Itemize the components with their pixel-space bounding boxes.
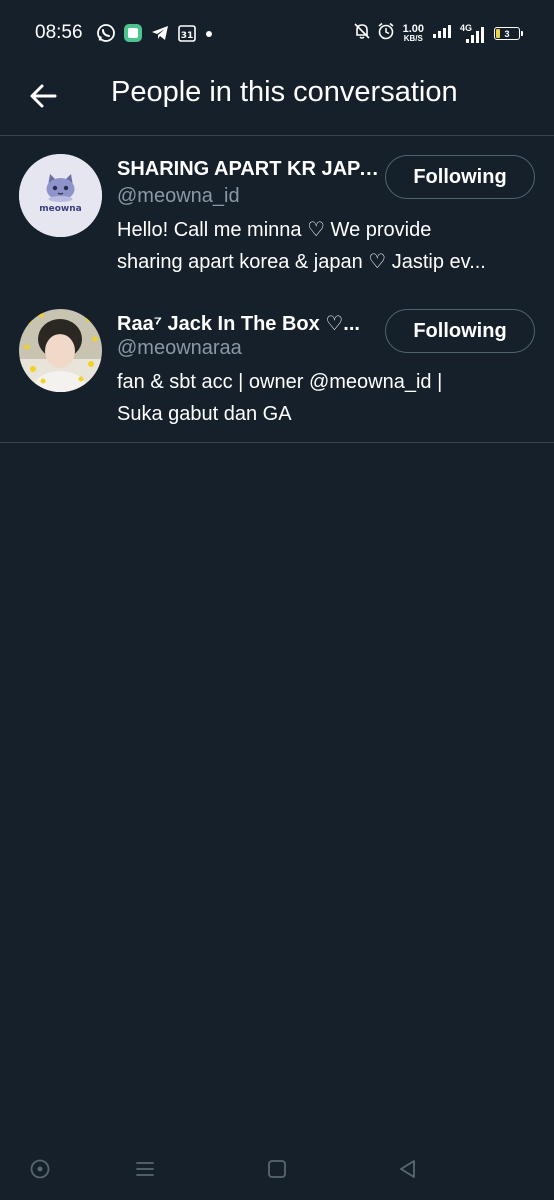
signal-icon [432, 23, 454, 44]
svg-text:31: 31 [181, 31, 194, 41]
arrow-left-icon [30, 84, 57, 108]
menu-icon [136, 1162, 154, 1176]
user-display-name[interactable]: Raa⁷ Jack In The Box ♡... [117, 311, 379, 336]
menu-button[interactable] [130, 1154, 160, 1184]
avatar-label: meowna [39, 204, 81, 214]
profile-photo-icon [19, 309, 102, 392]
calendar-icon: 31 [177, 23, 197, 43]
user-bio-line: Suka gabut dan GA [117, 403, 292, 425]
system-nav-bar [0, 1140, 554, 1200]
user-bio: Hello! Call me minna ♡ We provide sharin… [117, 214, 532, 278]
user-bio-line: Hello! Call me minna ♡ We provide [117, 219, 432, 241]
status-time: 08:56 [35, 22, 83, 43]
system-status-icons: 1.00 KB/S 4G 3 [353, 22, 523, 45]
network-speed: 1.00 KB/S [403, 24, 424, 43]
system-back-button[interactable] [393, 1154, 423, 1184]
messages-icon [123, 23, 143, 43]
avatar[interactable] [19, 309, 102, 392]
people-list: meowna SHARING APART KR JAPAN @meowna_id… [0, 137, 554, 443]
telegram-icon [150, 23, 170, 43]
user-handle: @meownaraa [117, 337, 242, 359]
home-button[interactable] [262, 1154, 292, 1184]
whatsapp-icon [96, 23, 116, 43]
user-bio: fan & sbt acc | owner @meowna_id | Suka … [117, 366, 532, 430]
signal-4g-icon: 4G [460, 23, 488, 44]
list-item[interactable]: Raa⁷ Jack In The Box ♡... @meownaraa fan… [0, 291, 554, 443]
battery-level: 3 [504, 28, 510, 39]
assistant-icon [30, 1159, 50, 1179]
home-square-icon [268, 1160, 286, 1178]
dot-icon [204, 23, 214, 43]
back-button[interactable] [28, 80, 60, 112]
avatar[interactable]: meowna [19, 154, 102, 237]
status-bar: 08:56 31 1.00 KB/S 4G 3 [0, 0, 554, 68]
assistant-button[interactable] [25, 1154, 55, 1184]
alarm-icon [377, 22, 395, 45]
following-button[interactable]: Following [385, 309, 535, 353]
page-title: People in this conversation [111, 76, 458, 108]
user-bio-line: fan & sbt acc | owner @meowna_id | [117, 371, 443, 393]
user-handle: @meowna_id [117, 185, 240, 207]
notification-icons: 31 [96, 23, 214, 43]
app-header: People in this conversation [0, 68, 554, 136]
battery-icon: 3 [494, 27, 523, 40]
back-triangle-icon [400, 1160, 415, 1178]
meowna-logo-icon: meowna [19, 154, 102, 237]
dnd-bell-icon [353, 22, 371, 45]
network-speed-unit: KB/S [403, 34, 423, 43]
user-bio-line: sharing apart korea & japan ♡ Jastip ev.… [117, 251, 486, 273]
following-button[interactable]: Following [385, 155, 535, 199]
user-display-name[interactable]: SHARING APART KR JAPAN [117, 158, 379, 181]
list-item[interactable]: meowna SHARING APART KR JAPAN @meowna_id… [0, 137, 554, 291]
